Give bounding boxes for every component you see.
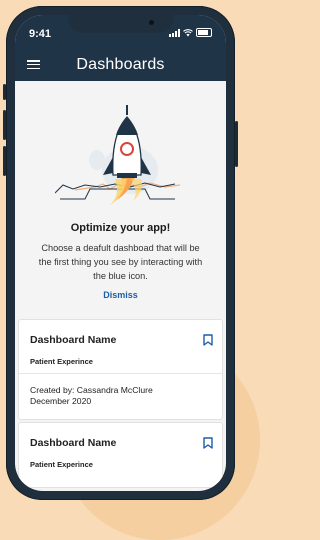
dashboard-date: December 2020: [30, 396, 92, 406]
volume-down-button: [3, 146, 6, 176]
rocket-launch-illustration: [55, 105, 181, 205]
signal-icon: [169, 28, 180, 37]
dismiss-button[interactable]: Dismiss: [15, 290, 226, 300]
card-divider: [19, 373, 222, 374]
dashboard-subtitle: Patient Experince: [30, 357, 93, 366]
bookmark-icon[interactable]: [203, 437, 213, 449]
dashboard-subtitle: Patient Experince: [30, 460, 93, 469]
dashboard-card[interactable]: Dashboard Name Patient Experince Created…: [18, 319, 223, 420]
phone-frame: 9:41 Dashboards Optimize your app! Choos…: [3, 6, 238, 500]
app-screen: 9:41 Dashboards Optimize your app! Choos…: [15, 15, 226, 491]
dashboard-card[interactable]: Dashboard Name Patient Experince: [18, 422, 223, 488]
promo-description: Choose a deafult dashboad that will be t…: [38, 243, 203, 281]
dashboard-name: Dashboard Name: [30, 334, 117, 346]
dashboard-created-by: Created by: Cassandra McClure: [30, 385, 153, 395]
camera-icon: [149, 20, 154, 25]
notch: [69, 15, 173, 33]
dashboard-name: Dashboard Name: [30, 437, 117, 449]
bookmark-icon[interactable]: [203, 334, 213, 346]
battery-icon: [196, 28, 212, 37]
power-button: [235, 121, 238, 167]
status-icons: [169, 28, 212, 37]
app-header: 9:41 Dashboards: [15, 15, 226, 81]
wifi-icon: [183, 28, 193, 36]
promo-title: Optimize your app!: [70, 222, 171, 234]
page-title: Dashboards: [76, 56, 165, 73]
mute-switch: [3, 84, 6, 100]
volume-up-button: [3, 110, 6, 140]
status-time: 9:41: [29, 28, 52, 40]
